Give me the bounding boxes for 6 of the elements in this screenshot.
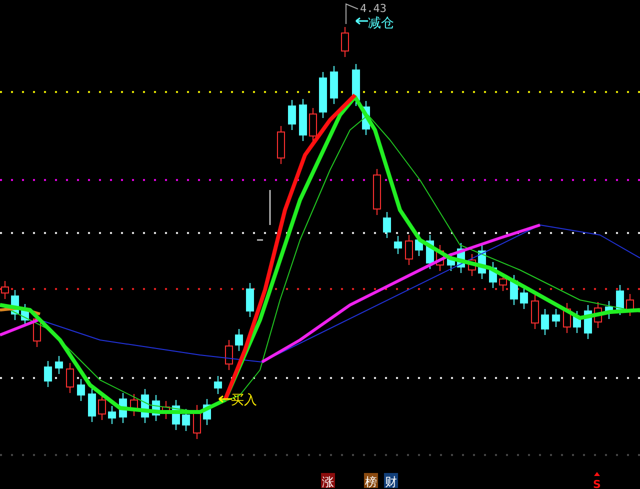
trend-line-segment — [0, 318, 39, 336]
rank-badge[interactable]: 财 — [384, 473, 398, 489]
sell-signal-label: 减仓 — [355, 16, 394, 31]
rank-badge[interactable]: 榜 — [364, 473, 378, 489]
rank-badge[interactable]: 涨 — [321, 473, 335, 489]
buy-signal-label: 买入 — [218, 393, 257, 408]
